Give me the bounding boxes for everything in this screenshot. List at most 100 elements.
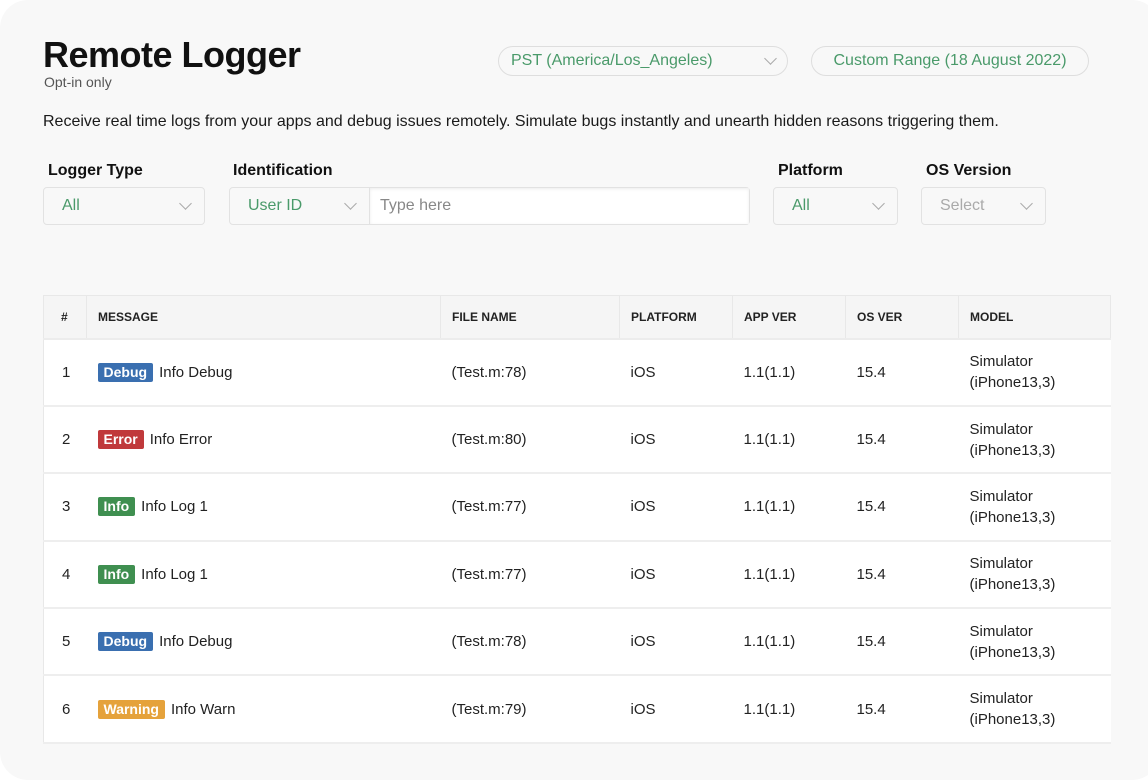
row-model: Simulator (iPhone13,3) — [958, 473, 1111, 542]
row-file-name: (Test.m:78) — [440, 608, 620, 677]
row-app-ver: 1.1(1.1) — [732, 405, 846, 475]
row-index: 1 — [43, 338, 87, 407]
row-app-ver: 1.1(1.1) — [732, 473, 846, 542]
model-id: (iPhone13,3) — [969, 374, 1056, 392]
row-platform: iOS — [619, 405, 733, 475]
logger-type-label: Logger Type — [48, 162, 143, 179]
model-name: Simulator — [969, 622, 1033, 640]
column-header-index[interactable]: # — [43, 295, 87, 340]
row-model: Simulator (iPhone13,3) — [958, 675, 1111, 744]
os-version-label: OS Version — [926, 162, 1012, 179]
message-text: Info Debug — [159, 633, 233, 651]
row-index: 2 — [43, 405, 87, 475]
platform-select[interactable]: All — [773, 187, 898, 225]
model-id: (iPhone13,3) — [969, 508, 1056, 526]
model-name: Simulator — [969, 420, 1033, 438]
row-os-ver: 15.4 — [845, 608, 959, 677]
timezone-value: PST (America/Los_Angeles) — [511, 52, 713, 69]
table-row[interactable]: 2 Error Info Error (Test.m:80) iOS 1.1(1.… — [43, 405, 1111, 475]
identification-label: Identification — [233, 162, 333, 179]
table-row[interactable]: 3 Info Info Log 1 (Test.m:77) iOS 1.1(1.1… — [43, 473, 1111, 542]
row-app-ver: 1.1(1.1) — [732, 540, 846, 610]
row-app-ver: 1.1(1.1) — [732, 675, 846, 744]
os-version-placeholder: Select — [940, 197, 985, 214]
model-name: Simulator — [969, 487, 1033, 505]
message-text: Info Error — [149, 431, 213, 449]
row-file-name: (Test.m:80) — [440, 405, 620, 475]
message-text: Info Log 1 — [141, 498, 208, 516]
column-header-file-name[interactable]: FILE NAME — [440, 295, 620, 340]
logs-table: # MESSAGE FILE NAME PLATFORM APP VER OS … — [43, 295, 1111, 744]
table-row[interactable]: 4 Info Info Log 1 (Test.m:77) iOS 1.1(1.1… — [43, 540, 1111, 610]
row-model: Simulator (iPhone13,3) — [958, 540, 1111, 610]
row-os-ver: 15.4 — [845, 473, 959, 542]
model-name: Simulator — [969, 555, 1033, 573]
chevron-down-icon — [872, 197, 885, 210]
column-header-model[interactable]: MODEL — [958, 295, 1111, 340]
timezone-dropdown[interactable]: PST (America/Los_Angeles) — [498, 46, 788, 76]
column-header-platform[interactable]: PLATFORM — [619, 295, 733, 340]
row-platform: iOS — [619, 608, 733, 677]
table-header-row: # MESSAGE FILE NAME PLATFORM APP VER OS … — [43, 295, 1111, 340]
row-message: Debug Info Debug — [86, 608, 441, 677]
row-platform: iOS — [619, 338, 733, 407]
column-header-os-ver[interactable]: OS VER — [845, 295, 959, 340]
column-header-app-ver[interactable]: APP VER — [732, 295, 846, 340]
logs-table-container: # MESSAGE FILE NAME PLATFORM APP VER OS … — [43, 295, 1111, 744]
row-index: 5 — [43, 608, 87, 677]
model-id: (iPhone13,3) — [969, 643, 1056, 661]
model-id: (iPhone13,3) — [969, 576, 1056, 594]
identification-group: User ID — [229, 187, 750, 225]
log-level-badge: Info — [97, 564, 136, 584]
main-panel: Remote Logger Opt-in only PST (America/L… — [0, 0, 1148, 780]
message-text: Info Debug — [159, 363, 233, 381]
log-level-badge: Debug — [97, 632, 154, 652]
row-platform: iOS — [619, 675, 733, 744]
row-index: 6 — [43, 675, 87, 744]
model-id: (iPhone13,3) — [969, 711, 1056, 729]
page-subtitle: Opt-in only — [44, 74, 112, 90]
row-file-name: (Test.m:77) — [440, 473, 620, 542]
page-description: Receive real time logs from your apps an… — [43, 113, 999, 130]
model-id: (iPhone13,3) — [969, 441, 1056, 459]
identification-type-select[interactable]: User ID — [230, 188, 370, 224]
identification-type-value: User ID — [248, 197, 303, 214]
model-name: Simulator — [969, 353, 1033, 371]
chevron-down-icon — [1020, 197, 1033, 210]
row-message: Info Info Log 1 — [86, 540, 441, 610]
row-message: Warning Info Warn — [86, 675, 441, 744]
chevron-down-icon — [179, 197, 192, 210]
table-row[interactable]: 1 Debug Info Debug (Test.m:78) iOS 1.1(1.… — [43, 338, 1111, 407]
row-file-name: (Test.m:78) — [440, 338, 620, 407]
log-level-badge: Debug — [97, 362, 154, 382]
column-header-message[interactable]: MESSAGE — [86, 295, 441, 340]
row-os-ver: 15.4 — [845, 405, 959, 475]
platform-label: Platform — [778, 162, 843, 179]
log-level-badge: Error — [97, 430, 144, 450]
logger-type-value: All — [62, 197, 80, 214]
table-row[interactable]: 6 Warning Info Warn (Test.m:79) iOS 1.1(1… — [43, 675, 1111, 744]
date-range-value: Custom Range (18 August 2022) — [833, 52, 1067, 69]
log-level-badge: Info — [97, 497, 136, 517]
row-platform: iOS — [619, 473, 733, 542]
row-app-ver: 1.1(1.1) — [732, 608, 846, 677]
row-os-ver: 15.4 — [845, 338, 959, 407]
chevron-down-icon — [764, 52, 777, 65]
chevron-down-icon — [344, 197, 357, 210]
message-text: Info Warn — [170, 700, 236, 718]
row-model: Simulator (iPhone13,3) — [958, 405, 1111, 475]
logger-type-select[interactable]: All — [43, 187, 205, 225]
row-app-ver: 1.1(1.1) — [732, 338, 846, 407]
date-range-button[interactable]: Custom Range (18 August 2022) — [811, 46, 1089, 76]
row-message: Error Info Error — [86, 405, 441, 475]
row-index: 4 — [43, 540, 87, 610]
model-name: Simulator — [969, 690, 1033, 708]
log-level-badge: Warning — [97, 699, 165, 719]
row-message: Info Info Log 1 — [86, 473, 441, 542]
platform-value: All — [792, 197, 810, 214]
row-file-name: (Test.m:79) — [440, 675, 620, 744]
row-os-ver: 15.4 — [845, 540, 959, 610]
identification-input[interactable] — [370, 188, 749, 224]
table-row[interactable]: 5 Debug Info Debug (Test.m:78) iOS 1.1(1.… — [43, 608, 1111, 677]
os-version-select[interactable]: Select — [921, 187, 1046, 225]
